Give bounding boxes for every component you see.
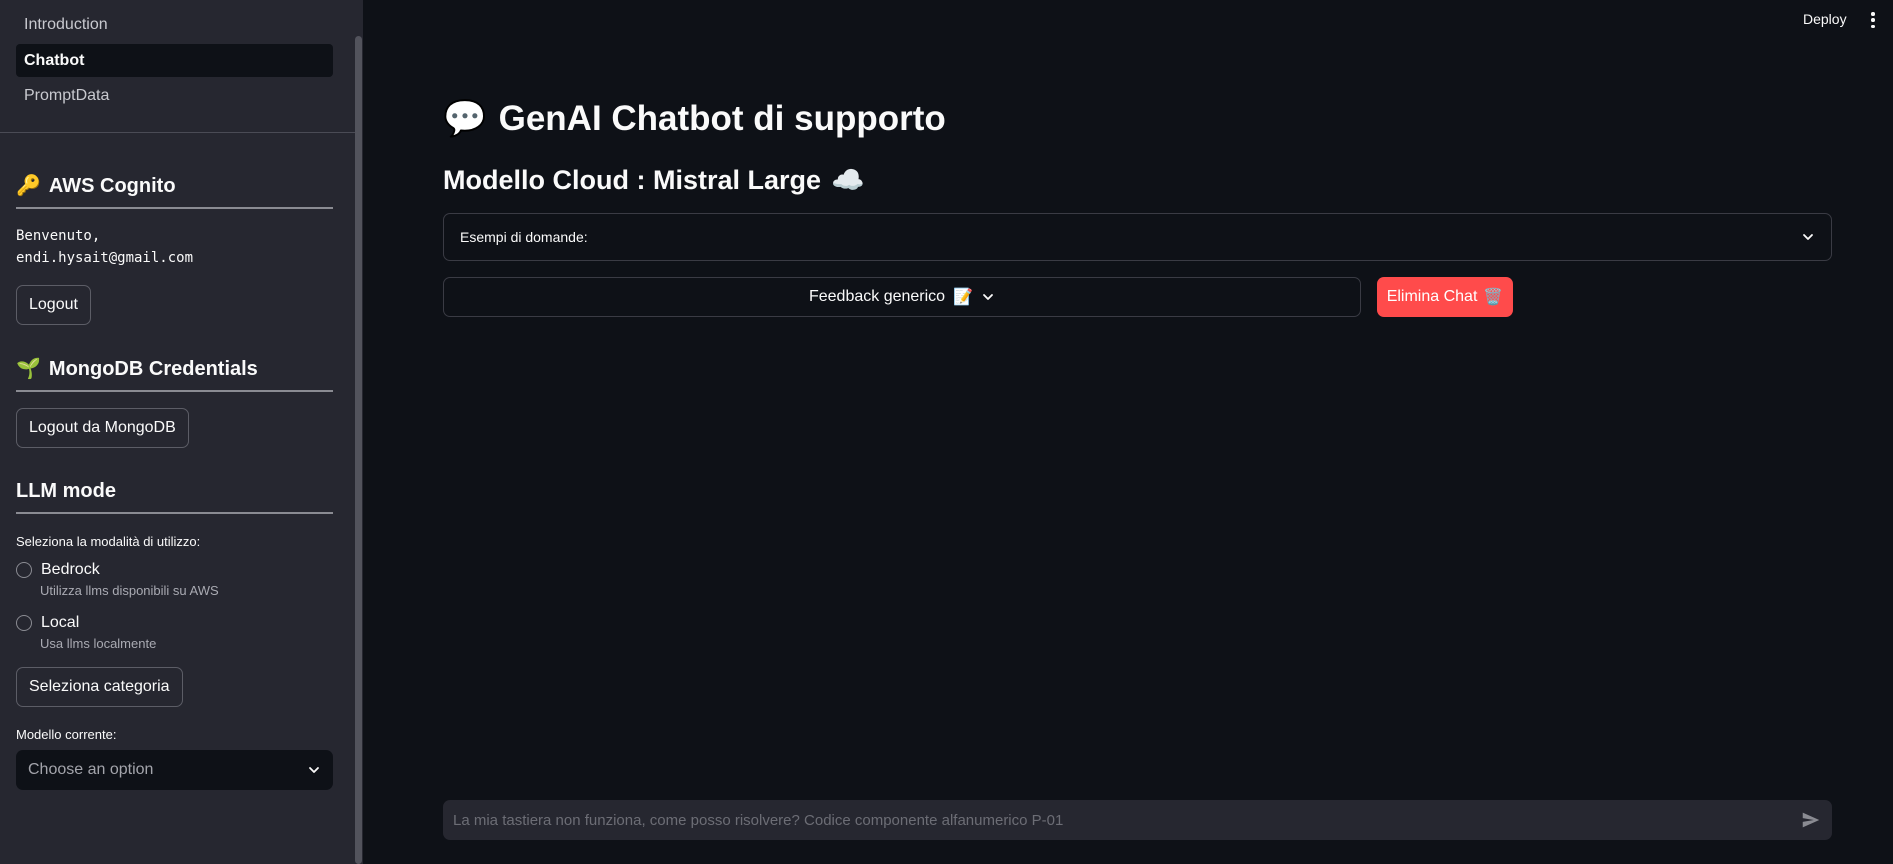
- radio-button[interactable]: [16, 615, 32, 631]
- welcome-line: Benvenuto,: [16, 228, 101, 244]
- section-divider: [16, 390, 333, 392]
- llm-mode-section: LLM mode Seleziona la modalità di utiliz…: [16, 476, 333, 790]
- feedback-button[interactable]: Feedback generico 📝: [443, 277, 1361, 317]
- llm-mode-title: LLM mode: [16, 479, 116, 502]
- feedback-label: Feedback generico: [808, 288, 946, 305]
- section-divider: [16, 512, 333, 514]
- nav-divider: [0, 132, 358, 133]
- page-title-text: GenAI Chatbot di supporto: [498, 98, 946, 138]
- chevron-down-icon: [309, 767, 319, 773]
- model-select[interactable]: Choose an option: [16, 750, 333, 790]
- logout-mongodb-button[interactable]: Logout da MongoDB: [16, 408, 189, 448]
- radio-help-text: Usa llms localmente: [40, 636, 157, 651]
- user-email: endi.hysait@gmail.com: [16, 250, 194, 266]
- radio-label: Local: [41, 614, 80, 631]
- model-select-placeholder: Choose an option: [28, 761, 154, 778]
- logout-button[interactable]: Logout: [16, 285, 91, 325]
- model-label: Modello corrente:: [16, 727, 117, 742]
- sidebar-item-introduction[interactable]: Introduction: [16, 12, 333, 38]
- radio-row[interactable]: Bedrock: [16, 561, 333, 579]
- radio-option-local[interactable]: Local Usa llms localmente: [16, 614, 333, 651]
- memo-icon: 📝: [953, 289, 973, 306]
- llm-mode-header: LLM mode: [16, 476, 333, 506]
- aws-cognito-title: AWS Cognito: [48, 174, 176, 197]
- kebab-menu-icon[interactable]: [1870, 12, 1876, 28]
- mongodb-title: MongoDB Credentials: [48, 357, 258, 380]
- sidebar-item-promptdata[interactable]: PromptData: [16, 83, 333, 109]
- trash-icon: 🗑️: [1483, 289, 1504, 306]
- aws-cognito-section: 🔑 AWS Cognito Benvenuto, endi.hysait@gma…: [16, 171, 333, 325]
- select-category-button[interactable]: Seleziona categoria: [16, 667, 183, 707]
- sidebar-scrollbar[interactable]: [355, 36, 362, 864]
- chat-input-placeholder: La mia tastiera non funziona, come posso…: [453, 811, 1064, 829]
- cloud-icon: ☁️: [831, 165, 865, 195]
- example-questions-expander[interactable]: Esempi di domande:: [443, 213, 1832, 261]
- chevron-down-icon: [1803, 234, 1813, 240]
- deploy-button[interactable]: Deploy: [1803, 11, 1847, 27]
- mongodb-header: 🌱 MongoDB Credentials: [16, 354, 333, 384]
- sidebar-item-chatbot[interactable]: Chatbot: [16, 44, 333, 77]
- model-subtitle-text: Modello Cloud : Mistral Large: [443, 164, 822, 195]
- radio-help-text: Utilizza llms disponibili su AWS: [40, 583, 219, 598]
- radio-option-bedrock[interactable]: Bedrock Utilizza llms disponibili su AWS: [16, 561, 333, 598]
- seedling-icon: 🌱: [16, 358, 41, 380]
- model-subtitle: Modello Cloud : Mistral Large ☁️: [443, 164, 865, 196]
- radio-row[interactable]: Local: [16, 614, 333, 632]
- radio-label: Bedrock: [41, 561, 100, 578]
- mongodb-section: 🌱 MongoDB Credentials Logout da MongoDB: [16, 354, 333, 448]
- aws-cognito-header: 🔑 AWS Cognito: [16, 171, 333, 201]
- delete-chat-button[interactable]: Elimina Chat 🗑️: [1377, 277, 1513, 317]
- radio-group-label: Seleziona la modalità di utilizzo:: [16, 534, 201, 549]
- sidebar-nav: Introduction Chatbot PromptData: [0, 0, 363, 109]
- expander-label: Esempi di domande:: [460, 229, 588, 245]
- key-icon: 🔑: [16, 175, 41, 197]
- logout-mongodb-label: Logout da MongoDB: [29, 419, 176, 436]
- sidebar: Introduction Chatbot PromptData 🔑 AWS Co…: [0, 0, 363, 864]
- page-title: 💬 GenAI Chatbot di supporto: [443, 98, 946, 139]
- section-divider: [16, 207, 333, 209]
- sidebar-item-label: PromptData: [24, 87, 110, 104]
- chevron-down-icon: [983, 294, 993, 300]
- sidebar-item-label: Introduction: [24, 16, 108, 33]
- send-icon[interactable]: [1800, 809, 1822, 831]
- chat-input[interactable]: La mia tastiera non funziona, come posso…: [443, 800, 1832, 840]
- logout-button-label: Logout: [29, 296, 78, 313]
- radio-button[interactable]: [16, 562, 32, 578]
- speech-bubble-icon: 💬: [443, 99, 487, 138]
- sidebar-item-label: Chatbot: [24, 52, 85, 69]
- welcome-text: Benvenuto, endi.hysait@gmail.com: [16, 225, 333, 269]
- select-category-label: Seleziona categoria: [29, 678, 170, 695]
- delete-chat-label: Elimina Chat: [1386, 288, 1478, 305]
